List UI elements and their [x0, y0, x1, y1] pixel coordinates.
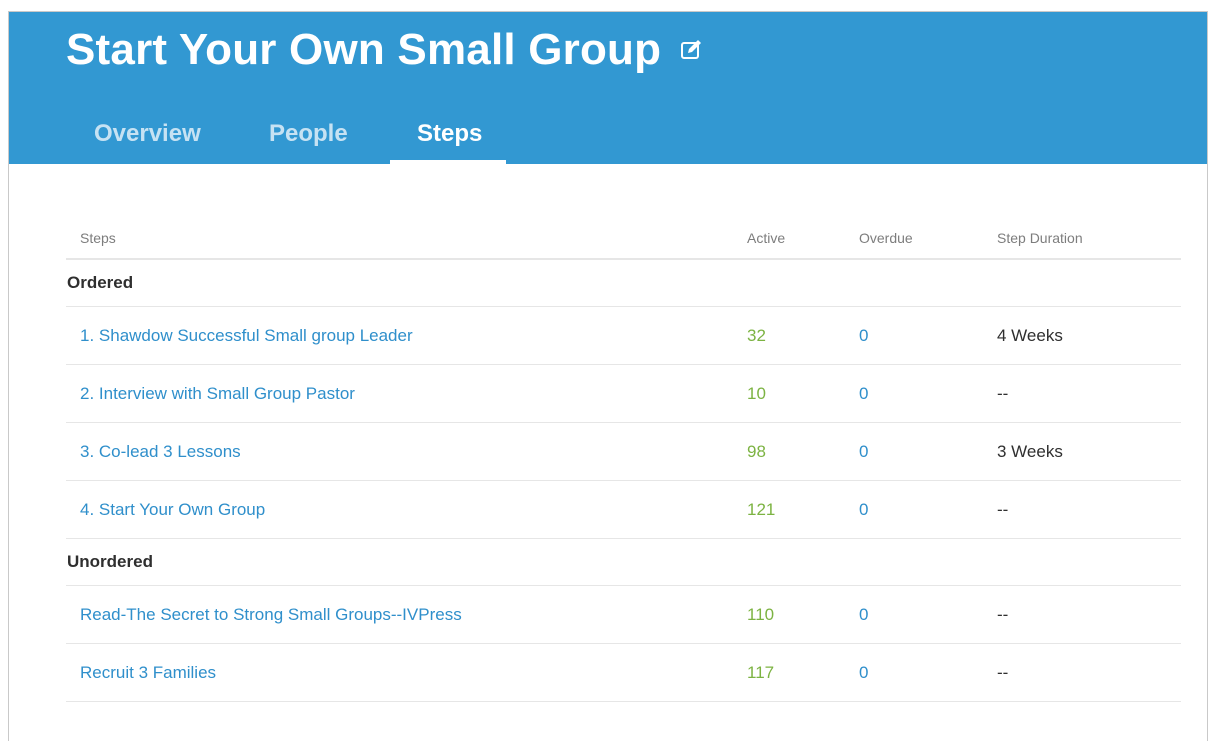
step-link[interactable]: Recruit 3 Families	[80, 663, 216, 682]
header-overdue: Overdue	[859, 230, 913, 246]
overdue-count: 0	[859, 325, 869, 345]
tab-overview[interactable]: Overview	[74, 110, 232, 164]
page-title: Start Your Own Small Group	[66, 25, 662, 74]
table-row: Recruit 3 Families 117 0 --	[66, 644, 1181, 702]
active-count: 117	[747, 662, 775, 682]
table-row: 4. Start Your Own Group 121 0 --	[66, 481, 1181, 539]
overdue-count: 0	[859, 662, 869, 682]
active-count: 32	[747, 325, 766, 345]
table-row: 1. Shawdow Successful Small group Leader…	[66, 307, 1181, 365]
overdue-count: 0	[859, 499, 869, 519]
active-count: 121	[747, 499, 776, 519]
group-header: Start Your Own Small Group Overview Peop…	[9, 12, 1207, 164]
table-header-row: Steps Active Overdue Step Duration	[66, 230, 1181, 260]
steps-table: Steps Active Overdue Step Duration Order…	[66, 230, 1181, 702]
step-duration: 3 Weeks	[997, 441, 1063, 461]
header-step-duration: Step Duration	[997, 230, 1083, 246]
step-duration: --	[997, 604, 1009, 624]
active-count: 110	[747, 604, 775, 624]
overdue-count: 0	[859, 383, 869, 403]
step-duration: --	[997, 383, 1009, 403]
table-row: 2. Interview with Small Group Pastor 10 …	[66, 365, 1181, 423]
table-row: 3. Co-lead 3 Lessons 98 0 3 Weeks	[66, 423, 1181, 481]
tab-bar: Overview People Steps	[74, 110, 506, 164]
active-count: 10	[747, 383, 766, 403]
table-row: Read-The Secret to Strong Small Groups--…	[66, 586, 1181, 644]
step-duration: 4 Weeks	[997, 325, 1063, 345]
step-duration: --	[997, 662, 1009, 682]
tab-people[interactable]: People	[232, 110, 390, 164]
edit-icon[interactable]	[679, 37, 705, 63]
step-link[interactable]: 2. Interview with Small Group Pastor	[80, 384, 355, 403]
step-link[interactable]: 4. Start Your Own Group	[80, 500, 265, 519]
header-steps: Steps	[80, 230, 116, 246]
step-link[interactable]: 3. Co-lead 3 Lessons	[80, 442, 241, 461]
overdue-count: 0	[859, 604, 869, 624]
step-link[interactable]: Read-The Secret to Strong Small Groups--…	[80, 605, 462, 624]
group-label-unordered: Unordered	[66, 539, 1181, 586]
header-active: Active	[747, 230, 786, 246]
tab-steps[interactable]: Steps	[390, 110, 506, 164]
title-row: Start Your Own Small Group	[66, 24, 705, 76]
step-link[interactable]: 1. Shawdow Successful Small group Leader	[80, 326, 413, 345]
step-duration: --	[997, 499, 1009, 519]
overdue-count: 0	[859, 441, 869, 461]
active-count: 98	[747, 441, 766, 461]
page-frame: Start Your Own Small Group Overview Peop…	[8, 11, 1208, 741]
group-label-ordered: Ordered	[66, 260, 1181, 307]
